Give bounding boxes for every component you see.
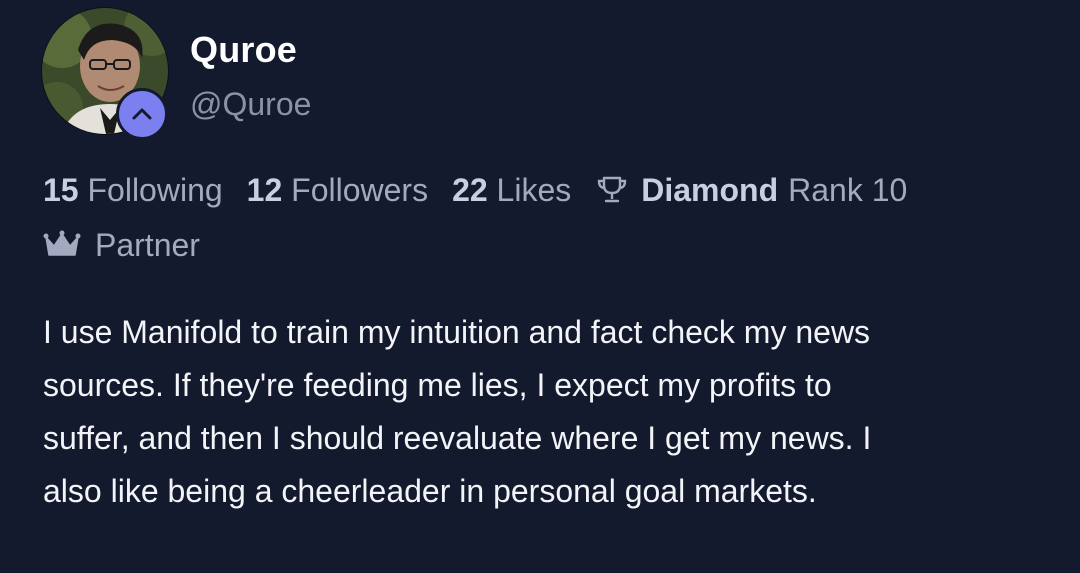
following-link[interactable]: 15 Following — [43, 170, 223, 210]
likes-label: Likes — [496, 172, 572, 208]
profile-stats: 15 Following 12 Followers 22 Likes Diamo… — [43, 170, 907, 210]
chevron-up-icon — [132, 108, 152, 120]
bio-line: also like being a cheerleader in persona… — [43, 473, 817, 509]
profile-card: Quroe @Quroe 15 Following 12 Followers 2… — [0, 0, 1080, 573]
likes-count: 22 — [452, 172, 488, 208]
bio-line: suffer, and then I should reevaluate whe… — [43, 420, 872, 456]
rank-label: Rank 10 — [788, 172, 908, 208]
avatar-container — [42, 8, 168, 140]
bio-line: I use Manifold to train my intuition and… — [43, 314, 871, 350]
followers-count: 12 — [246, 172, 283, 208]
league-rank-link[interactable]: Diamond Rank 10 — [595, 170, 907, 210]
following-label: Following — [87, 172, 223, 208]
creator-badge — [116, 88, 168, 140]
followers-link[interactable]: 12 Followers — [247, 170, 428, 210]
league-tier: Diamond — [641, 172, 779, 208]
partner-badge[interactable]: Partner — [43, 225, 200, 265]
followers-label: Followers — [291, 172, 429, 208]
username: @Quroe — [190, 86, 312, 122]
partner-label: Partner — [95, 227, 200, 263]
bio-line: sources. If they're feeding me lies, I e… — [43, 367, 832, 403]
profile-names: Quroe @Quroe — [190, 29, 312, 123]
profile-bio: I use Manifold to train my intuition and… — [43, 306, 1043, 518]
display-name: Quroe — [190, 29, 298, 70]
trophy-icon — [598, 176, 627, 203]
crown-icon — [43, 230, 81, 256]
likes-link[interactable]: 22 Likes — [452, 170, 571, 210]
profile-header: Quroe @Quroe — [42, 8, 312, 140]
following-count: 15 — [43, 172, 79, 208]
